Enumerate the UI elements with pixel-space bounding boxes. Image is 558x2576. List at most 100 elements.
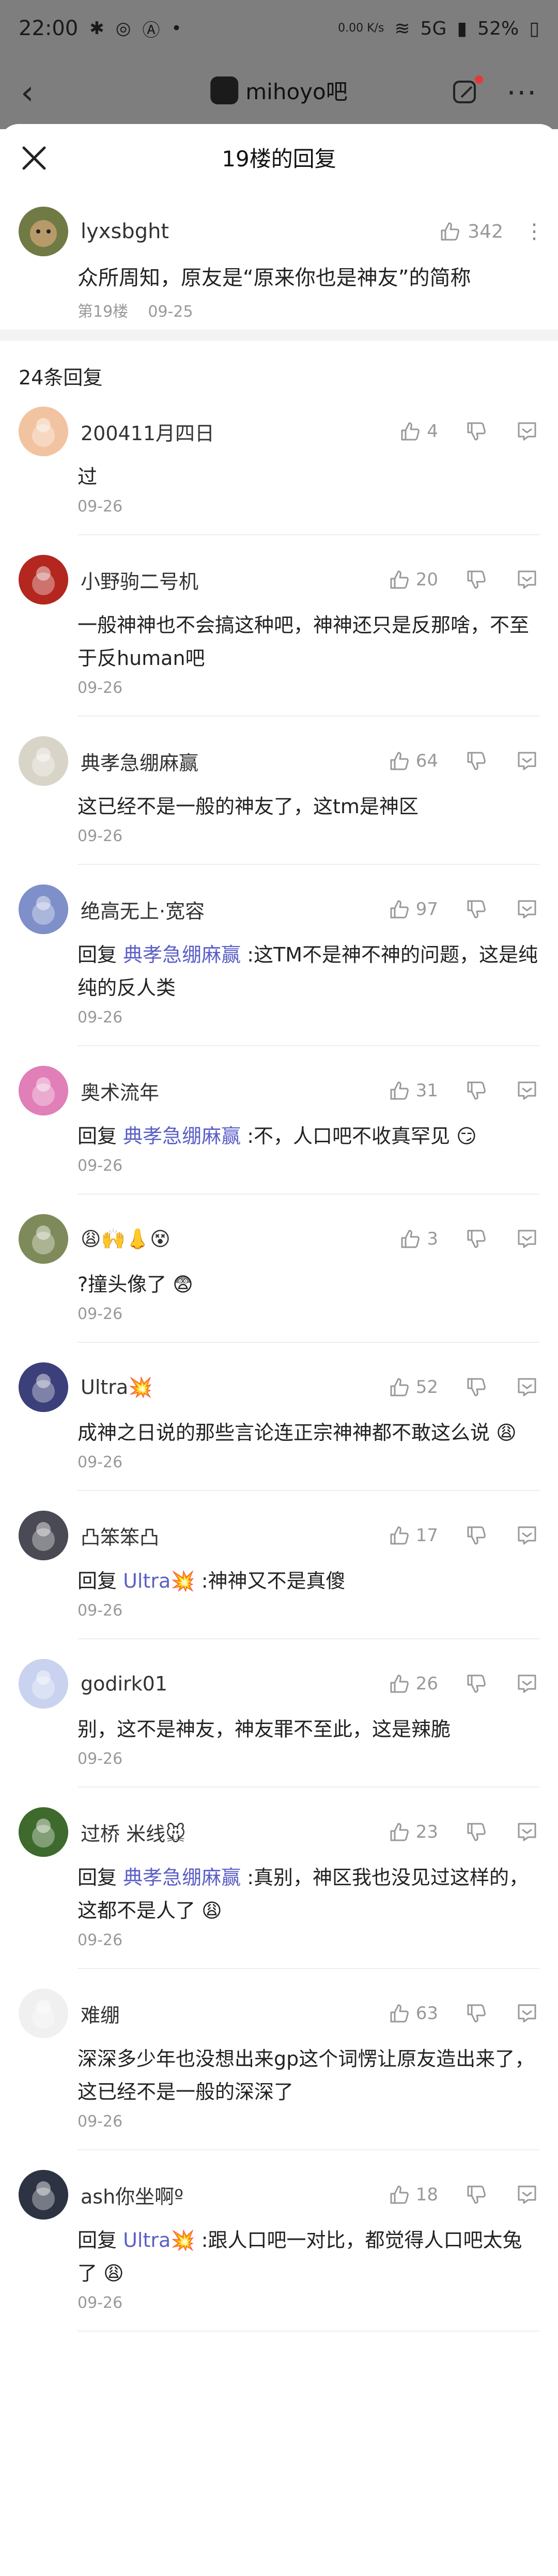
avatar[interactable] <box>19 1214 68 1264</box>
dislike-icon[interactable] <box>464 1078 489 1103</box>
comment-icon[interactable] <box>515 1671 539 1696</box>
avatar[interactable] <box>19 1511 68 1560</box>
like-count: 26 <box>415 1673 438 1694</box>
avatar[interactable] <box>19 884 68 934</box>
reply-divider <box>78 1968 539 1969</box>
like-button[interactable]: 20 <box>388 568 438 591</box>
avatar[interactable] <box>19 1989 68 2038</box>
like-button[interactable]: 64 <box>388 750 438 772</box>
like-count: 342 <box>468 221 503 242</box>
avatar[interactable] <box>19 1807 68 1857</box>
avatar[interactable] <box>19 207 68 256</box>
like-button[interactable]: 31 <box>388 1079 438 1102</box>
mention-link[interactable]: Ultra💥 <box>123 2229 195 2252</box>
reply-username[interactable]: 😩🙌👃😵 <box>81 1228 171 1251</box>
comment-icon[interactable] <box>515 567 539 592</box>
avatar[interactable] <box>19 555 68 604</box>
reply-divider <box>78 716 539 717</box>
like-button[interactable]: 3 <box>399 1228 438 1250</box>
reply-divider <box>78 2149 539 2150</box>
more-vertical-icon[interactable]: ⋮ <box>524 220 545 243</box>
like-button[interactable]: 17 <box>388 1524 438 1547</box>
dislike-icon[interactable] <box>464 2182 489 2207</box>
reply-item[interactable]: 难绷 63 深深多少年也没想出来gp这个词愣让原友造出来了，这已经不是一般的深深… <box>19 1988 539 2150</box>
avatar[interactable] <box>19 407 68 456</box>
reply-item[interactable]: 典孝急绷麻赢 64 这已经不是一般的神友了，这tm是神区 09-26 <box>19 735 539 865</box>
like-button[interactable]: 23 <box>388 1821 438 1843</box>
reply-prefix: 回复 <box>78 2229 123 2252</box>
mention-link[interactable]: 典孝急绷麻赢 <box>123 943 241 966</box>
comment-icon[interactable] <box>515 1523 539 1548</box>
dislike-icon[interactable] <box>464 1227 489 1251</box>
avatar[interactable] <box>19 2170 68 2220</box>
reply-username[interactable]: 典孝急绷麻赢 <box>81 747 198 775</box>
comment-icon[interactable] <box>515 749 539 773</box>
comment-icon[interactable] <box>515 1227 539 1251</box>
reply-item[interactable]: Ultra💥 52 成神之日说的那些言论连正宗神神都不敢这么说 😩 09-26 <box>19 1361 539 1491</box>
dislike-icon[interactable] <box>464 749 489 773</box>
avatar[interactable] <box>19 1066 68 1115</box>
reply-username[interactable]: 难绷 <box>81 1999 120 2028</box>
comment-icon[interactable] <box>515 2001 539 2026</box>
dislike-icon[interactable] <box>464 1820 489 1844</box>
avatar[interactable] <box>19 1659 68 1709</box>
mention-link[interactable]: Ultra💥 <box>123 1570 195 1592</box>
post-username[interactable]: lyxsbght <box>81 220 169 243</box>
comment-icon[interactable] <box>515 2182 539 2207</box>
comment-icon[interactable] <box>515 1820 539 1844</box>
like-button[interactable]: 342 <box>439 220 503 243</box>
like-button[interactable]: 63 <box>388 2002 438 2025</box>
back-arrow-icon[interactable]: ‹ <box>21 74 62 112</box>
close-icon[interactable] <box>19 143 50 174</box>
reply-item[interactable]: 绝高无上·宽容 97 回复 典孝急绷麻赢 :这TM不是神不神的问题，这是纯纯的反… <box>19 883 539 1046</box>
reply-username[interactable]: 奥术流年 <box>81 1077 159 1105</box>
dislike-icon[interactable] <box>464 2001 489 2026</box>
dislike-icon[interactable] <box>464 1671 489 1696</box>
reply-item[interactable]: 凸笨笨凸 17 回复 Ultra💥 :神神又不是真傻 09-26 <box>19 1510 539 1639</box>
reply-username[interactable]: Ultra💥 <box>81 1376 153 1399</box>
reply-date: 09-26 <box>78 1931 123 1949</box>
reply-item[interactable]: 😩🙌👃😵 3 ?撞头像了 😨 09-26 <box>19 1213 539 1343</box>
comment-icon[interactable] <box>515 897 539 922</box>
comment-icon[interactable] <box>515 419 539 444</box>
mention-link[interactable]: 典孝急绷麻赢 <box>123 1866 241 1889</box>
forum-name: mihoyo吧 <box>245 79 348 104</box>
comment-icon[interactable] <box>515 1375 539 1400</box>
reply-item[interactable]: 小野驹二号机 20 一般神神也不会搞这种吧，神神还只是反那啥，不至于反human… <box>19 554 539 717</box>
dislike-icon[interactable] <box>464 1523 489 1548</box>
reply-item[interactable]: godirk01 26 别，这不是神友，神友罪不至此，这是辣脆 09-26 <box>19 1658 539 1788</box>
avatar[interactable] <box>19 736 68 786</box>
floor-number: 第19楼 <box>78 303 129 321</box>
reply-username[interactable]: godirk01 <box>81 1672 167 1695</box>
dislike-icon[interactable] <box>464 897 489 922</box>
reply-divider <box>78 534 539 535</box>
like-button[interactable]: 52 <box>388 1376 438 1399</box>
like-button[interactable]: 26 <box>388 1672 438 1695</box>
reply-username[interactable]: 绝高无上·宽容 <box>81 895 205 924</box>
dot-icon: • <box>171 18 182 39</box>
reply-username[interactable]: 凸笨笨凸 <box>81 1522 159 1550</box>
like-button[interactable]: 97 <box>388 898 438 921</box>
edit-icon[interactable] <box>450 75 483 108</box>
dislike-icon[interactable] <box>464 1375 489 1400</box>
reply-username[interactable]: 200411月四日 <box>81 417 214 446</box>
avatar[interactable] <box>19 1362 68 1412</box>
comment-icon[interactable] <box>515 1078 539 1103</box>
reply-text: 回复 典孝急绷麻赢 :真别，神区我也没见过这样的，这都不是人了 😩 <box>78 1861 539 1927</box>
reply-username[interactable]: 过桥 米线🐭 <box>81 1818 186 1846</box>
reply-item[interactable]: 奥术流年 31 回复 典孝急绷麻赢 :不，人口吧不收真罕见 😏 09-26 <box>19 1065 539 1194</box>
reply-username[interactable]: 小野驹二号机 <box>81 566 198 594</box>
like-button[interactable]: 4 <box>399 420 438 443</box>
reply-item[interactable]: ash你坐啊º 18 回复 Ultra💥 :跟人口吧一对比，都觉得人口吧太兔了 … <box>19 2169 539 2332</box>
reply-item[interactable]: 过桥 米线🐭 23 回复 典孝急绷麻赢 :真别，神区我也没见过这样的，这都不是人… <box>19 1806 539 1969</box>
battery-icon: ▯ <box>529 18 539 39</box>
more-icon[interactable]: ··· <box>507 76 537 110</box>
reply-item[interactable]: 200411月四日 4 过 09-26 <box>19 406 539 535</box>
dislike-icon[interactable] <box>464 567 489 592</box>
reply-username[interactable]: ash你坐啊º <box>81 2181 183 2209</box>
notification-icon: ◎ <box>115 18 131 39</box>
like-count: 52 <box>415 1377 438 1398</box>
mention-link[interactable]: 典孝急绷麻赢 <box>123 1125 241 1147</box>
like-button[interactable]: 18 <box>388 2183 438 2206</box>
dislike-icon[interactable] <box>464 419 489 444</box>
